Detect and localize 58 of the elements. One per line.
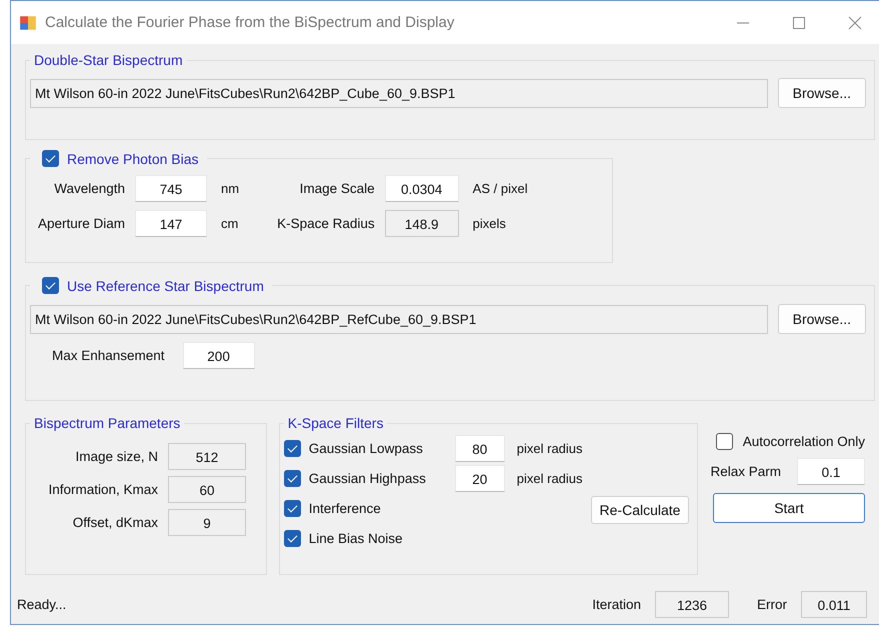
browse-button[interactable]: Browse... [778, 304, 866, 334]
number-field[interactable]: 0.1 [797, 458, 865, 485]
unit-label: pixel radius [516, 441, 583, 456]
number-field[interactable]: 80 [454, 435, 505, 462]
field-label: Max Enhansement [52, 348, 165, 363]
field-label: Information, Kmax [47, 482, 158, 497]
path-field[interactable]: Mt Wilson 60-in 2022 June\FitsCubes\Run2\642BP_Cube_60_9.BSP1 [30, 78, 768, 108]
unit-label: cm [221, 216, 240, 231]
field-label: Image size, N [74, 449, 158, 464]
checkbox-label[interactable]: Gaussian Highpass [308, 471, 447, 486]
number-field[interactable]: 200 [182, 342, 255, 369]
group-title: Double-Star Bispectrum [33, 52, 184, 68]
checkbox-label[interactable]: Remove Photon Bias [67, 150, 199, 166]
group-title: Bispectrum Parameters [33, 415, 182, 431]
checkbox-label[interactable]: Gaussian Lowpass [308, 441, 447, 456]
path-field[interactable]: Mt Wilson 60-in 2022 June\FitsCubes\Run2\642BP_RefCube_60_9.BSP1 [30, 304, 768, 334]
app-icon [19, 14, 37, 32]
close-icon[interactable] [847, 14, 863, 30]
field-label: K-Space Radius [277, 216, 375, 231]
checkbox[interactable] [284, 470, 301, 487]
number-field[interactable]: 0.0304 [384, 175, 459, 202]
checkbox-label[interactable]: Autocorrelation Only [742, 434, 865, 449]
checkbox[interactable] [716, 433, 733, 450]
unit-label: pixel radius [516, 471, 583, 486]
checkbox[interactable] [284, 440, 301, 457]
field-label: Wavelength [53, 181, 126, 196]
unit-label: AS / pixel [472, 181, 528, 196]
field-label: Error [757, 597, 787, 612]
field-label: Relax Parm [710, 464, 781, 479]
unit-label: pixels [472, 216, 507, 231]
number-field[interactable]: 147 [135, 210, 208, 237]
group-title: K-Space Filters [286, 415, 384, 431]
field-label: Offset, dKmax [72, 515, 158, 530]
recalculate-button[interactable]: Re-Calculate [590, 496, 690, 524]
readonly-field: 60 [168, 476, 246, 503]
browse-button[interactable]: Browse... [778, 78, 866, 108]
checkbox[interactable] [42, 150, 59, 167]
checkbox[interactable] [284, 500, 301, 517]
readonly-field: 9 [168, 509, 246, 536]
checkbox-label[interactable]: Use Reference Star Bispectrum [67, 278, 264, 294]
readonly-field: 1236 [655, 591, 729, 618]
field-label: Aperture Diam [38, 216, 126, 231]
start-button[interactable]: Start [713, 493, 865, 523]
checkbox-label[interactable]: Interference [308, 501, 447, 516]
number-field[interactable]: 20 [454, 465, 505, 492]
readonly-field: 0.011 [801, 591, 867, 618]
readonly-field: 512 [168, 443, 246, 470]
window-title: Calculate the Fourier Phase from the BiSpectrum and Display [45, 14, 456, 31]
number-field[interactable]: 148.9 [384, 210, 459, 237]
checkbox[interactable] [284, 530, 301, 547]
status-text: Ready... [17, 597, 68, 612]
maximize-icon[interactable] [791, 14, 807, 30]
checkbox[interactable] [42, 277, 59, 294]
unit-label: nm [221, 181, 240, 196]
checkbox-label[interactable]: Line Bias Noise [308, 531, 447, 546]
field-label: Iteration [592, 597, 641, 612]
field-label: Image Scale [298, 181, 375, 196]
number-field[interactable]: 745 [135, 175, 208, 202]
